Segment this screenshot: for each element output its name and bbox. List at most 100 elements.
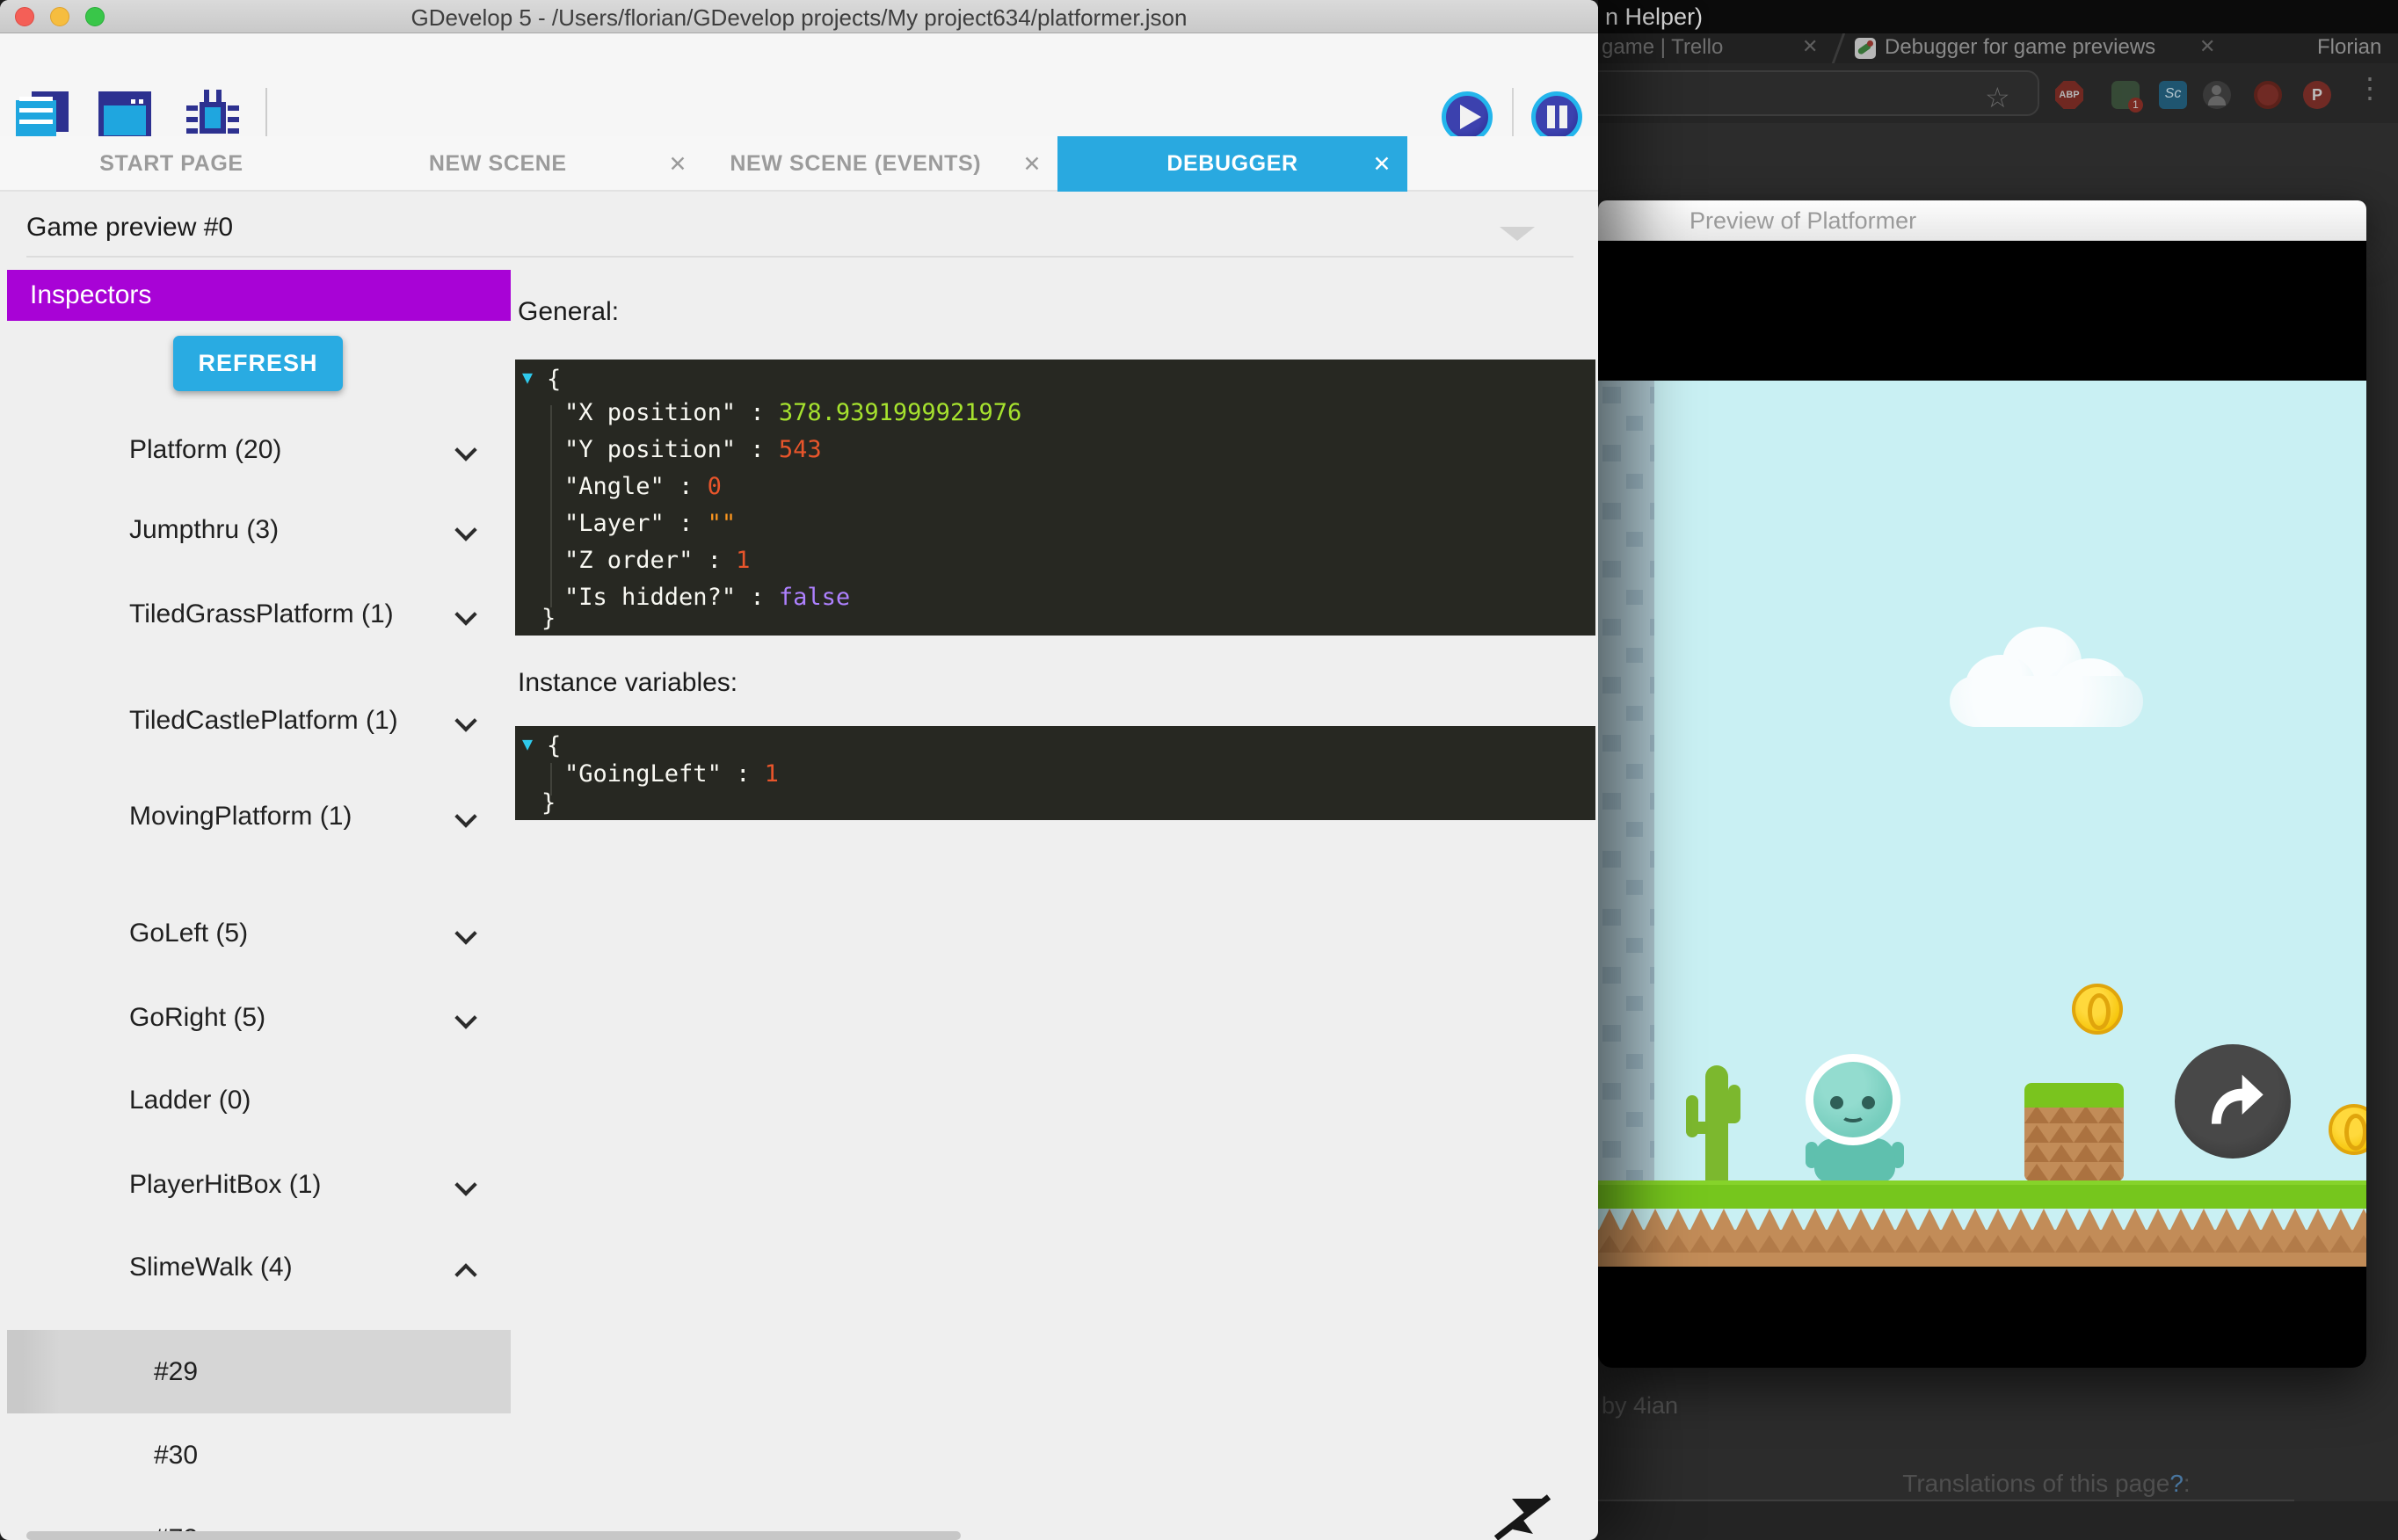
coin-sprite: [2329, 1104, 2366, 1155]
object-group-playerhitbox[interactable]: PlayerHitBox (1): [7, 1165, 511, 1217]
tab-divider: [1832, 33, 1845, 63]
instance-variables-json-view[interactable]: ▼ { GoingLeft : 1 }: [515, 726, 1595, 820]
collapse-caret-icon[interactable]: ▼: [522, 367, 533, 388]
gdevelop-window: GDevelop 5 - /Users/florian/GDevelop pro…: [0, 0, 1598, 1540]
cactus-sprite: [1686, 1065, 1746, 1185]
bookmark-star-icon[interactable]: ☆: [1985, 81, 2010, 114]
scratch-extension-icon[interactable]: Sc: [2159, 81, 2187, 109]
dirt-zigzag: [1598, 1235, 2366, 1253]
curved-arrow-icon: [2198, 1065, 2268, 1136]
chevron-down-icon[interactable]: [454, 805, 476, 827]
translations-link[interactable]: ?: [2169, 1470, 2184, 1497]
chevron-down-icon[interactable]: [454, 1173, 476, 1195]
ground-zigzag: [1598, 1209, 2366, 1231]
grass-platform-block: [2024, 1083, 2124, 1181]
object-group-platform[interactable]: Platform (20): [7, 430, 511, 483]
object-group-movingplatform[interactable]: MovingPlatform (1): [7, 796, 511, 849]
object-group-tiledgrassplatform[interactable]: TiledGrassPlatform (1): [7, 594, 511, 647]
editor-tab-bar: START PAGE NEW SCENE ✕ NEW SCENE (EVENTS…: [0, 136, 1598, 192]
red-extension-icon[interactable]: [2254, 81, 2282, 109]
divider: [26, 256, 1573, 258]
address-bar[interactable]: ☆: [1580, 70, 2039, 116]
instance-variables-section-label: Instance variables:: [518, 668, 738, 698]
object-group-ladder[interactable]: Ladder (0): [7, 1080, 511, 1133]
ground-grass: [1598, 1180, 2366, 1209]
page-bottom-band: [1598, 1501, 2398, 1540]
browser-profile-name[interactable]: Florian: [2317, 35, 2381, 60]
page-translations-text: Translations of this page?:: [1721, 1470, 2372, 1498]
object-group-goleft[interactable]: GoLeft (5): [7, 913, 511, 966]
profile-icon[interactable]: [2203, 81, 2231, 109]
adblock-plus-icon[interactable]: ABP: [2055, 81, 2083, 109]
game-viewport[interactable]: [1598, 381, 2366, 1267]
tab-new-scene[interactable]: NEW SCENE ✕: [343, 136, 703, 192]
object-group-tiledcastleplatform[interactable]: TiledCastlePlatform (1): [7, 701, 511, 753]
browser-tab-strip: game | Trello ✕ Debugger for game previe…: [1598, 33, 2398, 63]
instance-row-29-selected[interactable]: #29: [7, 1330, 511, 1413]
close-icon[interactable]: ✕: [1022, 151, 1042, 178]
chevron-down-icon[interactable]: [454, 603, 476, 625]
chevron-down-icon[interactable]: [454, 1006, 476, 1028]
browser-menu-icon[interactable]: ⋮: [2356, 74, 2384, 102]
onetab-icon[interactable]: 1: [2111, 81, 2140, 109]
preview-popup-header[interactable]: Preview of Platformer: [1598, 200, 2366, 241]
gdevelop-toolbar: [0, 33, 1598, 136]
json-row: GoingLeft : 1: [564, 756, 779, 793]
chevron-down-icon[interactable]: [454, 439, 476, 461]
json-row: X position : 378.9391999921976: [564, 395, 1021, 432]
close-icon[interactable]: ✕: [1802, 35, 1818, 58]
tab-new-scene-events[interactable]: NEW SCENE (EVENTS) ✕: [703, 136, 1057, 192]
pocket-extension-icon[interactable]: P: [2303, 81, 2331, 109]
game-preview-heading: Game preview #0: [26, 213, 233, 243]
gdevelop-favicon-icon: [1855, 38, 1876, 59]
json-row: Is hidden? : false: [564, 579, 1021, 616]
page-author-text: by 4ian: [1602, 1392, 1678, 1420]
json-row: Layer : "": [564, 505, 1021, 542]
castle-wall: [1598, 381, 1654, 1205]
preview-popup-title: Preview of Platformer: [1690, 200, 1916, 241]
json-row: Angle : 0: [564, 469, 1021, 505]
browser-toolbar: ☆ ABP 1 Sc P ⋮: [1598, 63, 2398, 123]
play-button[interactable]: [1442, 91, 1493, 142]
browser-tab-trello[interactable]: game | Trello: [1602, 35, 1723, 60]
horizontal-scrollbar[interactable]: [26, 1531, 961, 1540]
debug-icon[interactable]: [186, 88, 239, 142]
chevron-down-icon[interactable]: [454, 709, 476, 731]
macos-menubar-fragment: n Helper): [1598, 0, 2398, 33]
player-character-sprite: [1806, 1054, 1904, 1186]
json-row: Y position : 543: [564, 432, 1021, 469]
collapse-caret-icon[interactable]: ▼: [522, 733, 533, 754]
close-icon[interactable]: ✕: [1372, 151, 1392, 178]
pause-button[interactable]: [1531, 91, 1582, 142]
mouse-cursor-icon: [1493, 1494, 1554, 1540]
chevron-down-icon[interactable]: [454, 519, 476, 541]
tab-debugger-active[interactable]: DEBUGGER ✕: [1057, 136, 1407, 192]
object-group-slimewalk[interactable]: SlimeWalk (4): [7, 1247, 511, 1300]
json-row: Z order : 1: [564, 542, 1021, 579]
tab-start-page[interactable]: START PAGE: [0, 136, 343, 192]
instance-row-30[interactable]: #30: [7, 1413, 511, 1497]
cloud-sprite: [1950, 627, 2143, 723]
chevron-up-icon[interactable]: [454, 1263, 476, 1285]
chevron-down-icon[interactable]: [1500, 227, 1535, 241]
object-group-jumpthru[interactable]: Jumpthru (3): [7, 510, 511, 563]
onetab-badge: 1: [2128, 98, 2143, 113]
macos-titlebar[interactable]: GDevelop 5 - /Users/florian/GDevelop pro…: [0, 0, 1598, 33]
general-json-view[interactable]: ▼ { X position : 378.9391999921976 Y pos…: [515, 360, 1595, 636]
inspectors-header[interactable]: Inspectors: [7, 270, 511, 321]
preview-popup-body: [1598, 241, 2366, 1368]
object-group-goright[interactable]: GoRight (5): [7, 998, 511, 1050]
project-manager-icon[interactable]: [16, 91, 72, 142]
menubar-app-name-fragment: n Helper): [1605, 4, 1703, 31]
tree-guide-line: [550, 405, 552, 607]
general-section-label: General:: [518, 297, 619, 327]
chevron-down-icon[interactable]: [454, 922, 476, 944]
window-title: GDevelop 5 - /Users/florian/GDevelop pro…: [0, 4, 1598, 32]
jump-arrow-button[interactable]: [2175, 1044, 2291, 1159]
refresh-button[interactable]: REFRESH: [173, 336, 343, 391]
browser-tab-debugger[interactable]: Debugger for game previews: [1885, 35, 2155, 60]
new-window-icon[interactable]: [98, 91, 151, 141]
close-icon[interactable]: ✕: [668, 151, 687, 178]
close-icon[interactable]: ✕: [2199, 35, 2215, 58]
screenshot-stage: n Helper) game | Trello ✕ Debugger for g…: [0, 0, 2398, 1540]
